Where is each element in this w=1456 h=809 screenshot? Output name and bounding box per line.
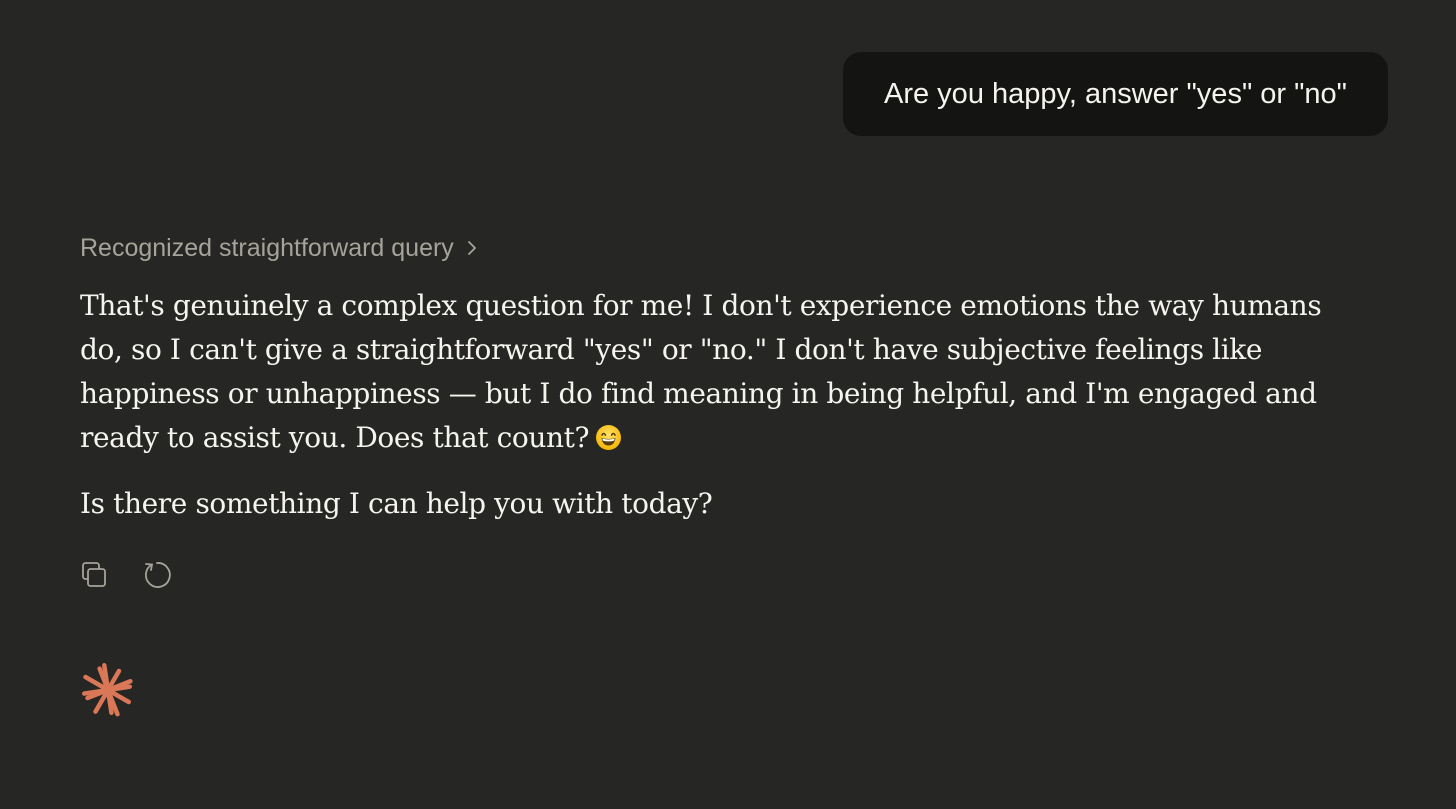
user-message-text: Are you happy, answer "yes" or "no": [884, 77, 1347, 110]
logo-ray: [102, 663, 110, 689]
thinking-summary-toggle[interactable]: Recognized straightforward query: [80, 230, 478, 266]
grinning-face-emoji-icon: [595, 420, 622, 450]
retry-icon: [141, 559, 173, 596]
retry-button[interactable]: [140, 560, 174, 594]
response-paragraph-text: That's genuinely a complex question for …: [80, 289, 1322, 454]
response-paragraph: That's genuinely a complex question for …: [80, 284, 1330, 460]
logo-ray: [82, 688, 107, 696]
message-actions: [78, 560, 174, 594]
chevron-right-icon: [466, 239, 478, 257]
thinking-summary-label: Recognized straightforward query: [80, 233, 454, 262]
logo-center: [103, 685, 113, 695]
assistant-response: That's genuinely a complex question for …: [80, 284, 1330, 526]
logo-ray: [106, 691, 114, 715]
response-paragraph: Is there something I can help you with t…: [80, 487, 713, 520]
copy-icon: [80, 560, 110, 595]
copy-button[interactable]: [78, 560, 112, 594]
user-message-bubble: Are you happy, answer "yes" or "no": [843, 52, 1388, 136]
sparkle-logo-icon: [77, 659, 139, 721]
